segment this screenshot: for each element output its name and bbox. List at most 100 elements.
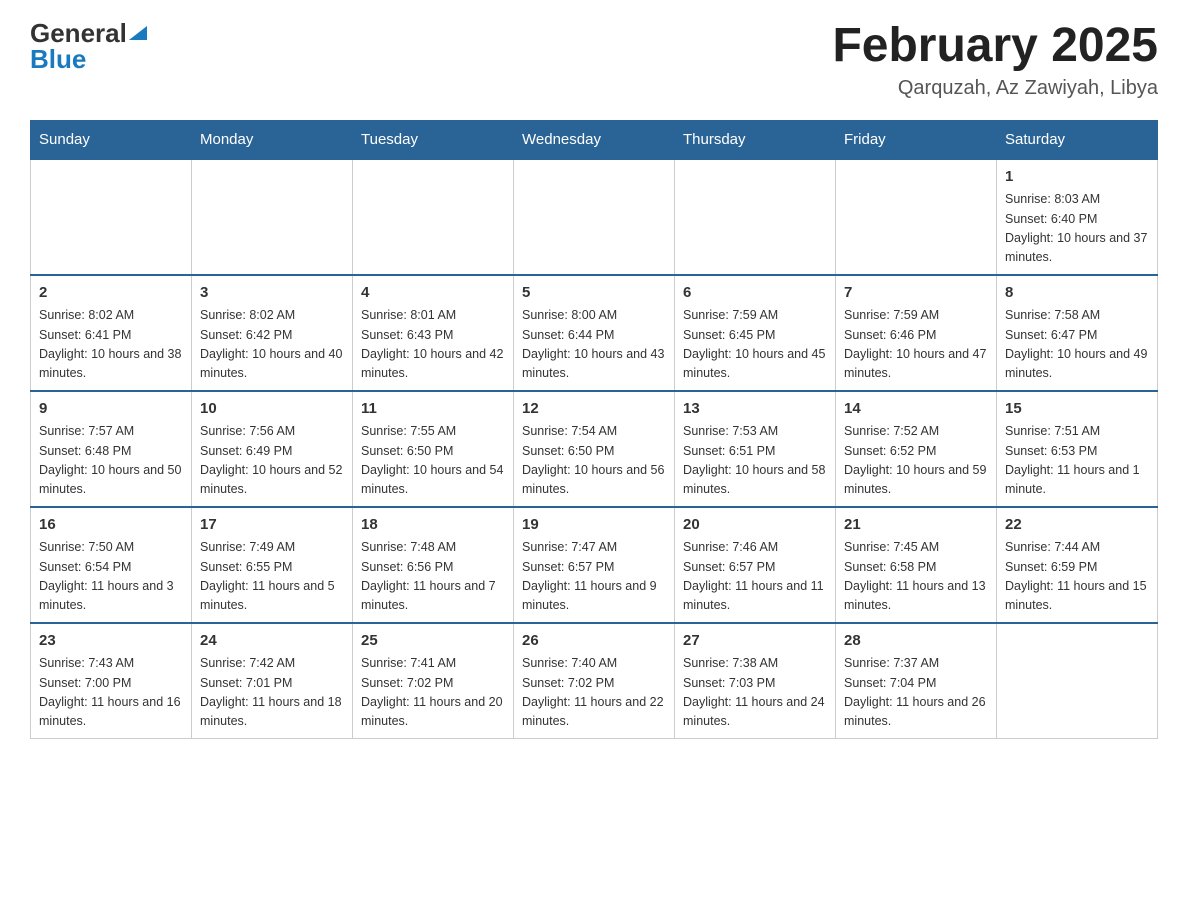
table-row (836, 159, 997, 275)
day-info: Sunrise: 7:53 AMSunset: 6:51 PMDaylight:… (683, 422, 827, 500)
logo-blue-text: Blue (30, 46, 86, 72)
week-row-3: 9Sunrise: 7:57 AMSunset: 6:48 PMDaylight… (31, 391, 1158, 507)
table-row: 7Sunrise: 7:59 AMSunset: 6:46 PMDaylight… (836, 275, 997, 391)
header-thursday: Thursday (675, 120, 836, 159)
day-info: Sunrise: 7:54 AMSunset: 6:50 PMDaylight:… (522, 422, 666, 500)
day-number: 21 (844, 514, 988, 537)
day-info: Sunrise: 7:44 AMSunset: 6:59 PMDaylight:… (1005, 538, 1149, 616)
calendar-table: Sunday Monday Tuesday Wednesday Thursday… (30, 120, 1158, 739)
day-info: Sunrise: 8:02 AMSunset: 6:42 PMDaylight:… (200, 306, 344, 384)
day-number: 25 (361, 630, 505, 653)
table-row: 14Sunrise: 7:52 AMSunset: 6:52 PMDayligh… (836, 391, 997, 507)
table-row: 16Sunrise: 7:50 AMSunset: 6:54 PMDayligh… (31, 507, 192, 623)
header-tuesday: Tuesday (353, 120, 514, 159)
logo-triangle-icon (129, 22, 147, 40)
table-row: 26Sunrise: 7:40 AMSunset: 7:02 PMDayligh… (514, 623, 675, 739)
day-info: Sunrise: 8:03 AMSunset: 6:40 PMDaylight:… (1005, 190, 1149, 268)
table-row: 9Sunrise: 7:57 AMSunset: 6:48 PMDaylight… (31, 391, 192, 507)
table-row: 18Sunrise: 7:48 AMSunset: 6:56 PMDayligh… (353, 507, 514, 623)
day-number: 22 (1005, 514, 1149, 537)
logo: General Blue (30, 20, 147, 72)
day-info: Sunrise: 7:57 AMSunset: 6:48 PMDaylight:… (39, 422, 183, 500)
day-number: 15 (1005, 398, 1149, 421)
day-number: 19 (522, 514, 666, 537)
logo-general-text: General (30, 20, 127, 46)
table-row: 22Sunrise: 7:44 AMSunset: 6:59 PMDayligh… (997, 507, 1158, 623)
day-info: Sunrise: 7:45 AMSunset: 6:58 PMDaylight:… (844, 538, 988, 616)
day-info: Sunrise: 7:59 AMSunset: 6:46 PMDaylight:… (844, 306, 988, 384)
day-info: Sunrise: 7:38 AMSunset: 7:03 PMDaylight:… (683, 654, 827, 732)
day-info: Sunrise: 7:41 AMSunset: 7:02 PMDaylight:… (361, 654, 505, 732)
day-number: 5 (522, 282, 666, 305)
day-number: 7 (844, 282, 988, 305)
table-row: 24Sunrise: 7:42 AMSunset: 7:01 PMDayligh… (192, 623, 353, 739)
day-number: 28 (844, 630, 988, 653)
day-info: Sunrise: 7:47 AMSunset: 6:57 PMDaylight:… (522, 538, 666, 616)
table-row: 12Sunrise: 7:54 AMSunset: 6:50 PMDayligh… (514, 391, 675, 507)
day-info: Sunrise: 7:48 AMSunset: 6:56 PMDaylight:… (361, 538, 505, 616)
table-row (192, 159, 353, 275)
day-info: Sunrise: 7:49 AMSunset: 6:55 PMDaylight:… (200, 538, 344, 616)
header-monday: Monday (192, 120, 353, 159)
day-number: 10 (200, 398, 344, 421)
day-info: Sunrise: 7:50 AMSunset: 6:54 PMDaylight:… (39, 538, 183, 616)
week-row-1: 1Sunrise: 8:03 AMSunset: 6:40 PMDaylight… (31, 159, 1158, 275)
table-row (675, 159, 836, 275)
table-row: 19Sunrise: 7:47 AMSunset: 6:57 PMDayligh… (514, 507, 675, 623)
day-info: Sunrise: 7:52 AMSunset: 6:52 PMDaylight:… (844, 422, 988, 500)
table-row: 23Sunrise: 7:43 AMSunset: 7:00 PMDayligh… (31, 623, 192, 739)
day-info: Sunrise: 7:55 AMSunset: 6:50 PMDaylight:… (361, 422, 505, 500)
day-info: Sunrise: 7:37 AMSunset: 7:04 PMDaylight:… (844, 654, 988, 732)
day-info: Sunrise: 7:51 AMSunset: 6:53 PMDaylight:… (1005, 422, 1149, 500)
title-area: February 2025 Qarquzah, Az Zawiyah, Liby… (832, 20, 1158, 100)
header-saturday: Saturday (997, 120, 1158, 159)
day-number: 24 (200, 630, 344, 653)
header-sunday: Sunday (31, 120, 192, 159)
day-number: 6 (683, 282, 827, 305)
day-number: 9 (39, 398, 183, 421)
table-row: 10Sunrise: 7:56 AMSunset: 6:49 PMDayligh… (192, 391, 353, 507)
day-number: 2 (39, 282, 183, 305)
week-row-2: 2Sunrise: 8:02 AMSunset: 6:41 PMDaylight… (31, 275, 1158, 391)
table-row: 3Sunrise: 8:02 AMSunset: 6:42 PMDaylight… (192, 275, 353, 391)
table-row (353, 159, 514, 275)
month-title: February 2025 (832, 20, 1158, 73)
day-number: 23 (39, 630, 183, 653)
day-number: 11 (361, 398, 505, 421)
location-title: Qarquzah, Az Zawiyah, Libya (832, 77, 1158, 100)
day-number: 12 (522, 398, 666, 421)
day-info: Sunrise: 8:02 AMSunset: 6:41 PMDaylight:… (39, 306, 183, 384)
table-row: 25Sunrise: 7:41 AMSunset: 7:02 PMDayligh… (353, 623, 514, 739)
table-row: 15Sunrise: 7:51 AMSunset: 6:53 PMDayligh… (997, 391, 1158, 507)
day-info: Sunrise: 7:58 AMSunset: 6:47 PMDaylight:… (1005, 306, 1149, 384)
day-number: 26 (522, 630, 666, 653)
day-info: Sunrise: 7:59 AMSunset: 6:45 PMDaylight:… (683, 306, 827, 384)
day-number: 17 (200, 514, 344, 537)
table-row (31, 159, 192, 275)
table-row: 6Sunrise: 7:59 AMSunset: 6:45 PMDaylight… (675, 275, 836, 391)
day-number: 4 (361, 282, 505, 305)
table-row: 4Sunrise: 8:01 AMSunset: 6:43 PMDaylight… (353, 275, 514, 391)
header-wednesday: Wednesday (514, 120, 675, 159)
day-number: 27 (683, 630, 827, 653)
day-info: Sunrise: 7:46 AMSunset: 6:57 PMDaylight:… (683, 538, 827, 616)
day-number: 3 (200, 282, 344, 305)
table-row: 20Sunrise: 7:46 AMSunset: 6:57 PMDayligh… (675, 507, 836, 623)
table-row: 2Sunrise: 8:02 AMSunset: 6:41 PMDaylight… (31, 275, 192, 391)
day-info: Sunrise: 8:00 AMSunset: 6:44 PMDaylight:… (522, 306, 666, 384)
day-number: 18 (361, 514, 505, 537)
day-info: Sunrise: 7:43 AMSunset: 7:00 PMDaylight:… (39, 654, 183, 732)
table-row: 5Sunrise: 8:00 AMSunset: 6:44 PMDaylight… (514, 275, 675, 391)
table-row: 11Sunrise: 7:55 AMSunset: 6:50 PMDayligh… (353, 391, 514, 507)
week-row-5: 23Sunrise: 7:43 AMSunset: 7:00 PMDayligh… (31, 623, 1158, 739)
table-row: 1Sunrise: 8:03 AMSunset: 6:40 PMDaylight… (997, 159, 1158, 275)
day-number: 16 (39, 514, 183, 537)
day-info: Sunrise: 8:01 AMSunset: 6:43 PMDaylight:… (361, 306, 505, 384)
table-row: 8Sunrise: 7:58 AMSunset: 6:47 PMDaylight… (997, 275, 1158, 391)
table-row: 17Sunrise: 7:49 AMSunset: 6:55 PMDayligh… (192, 507, 353, 623)
table-row: 28Sunrise: 7:37 AMSunset: 7:04 PMDayligh… (836, 623, 997, 739)
table-row (997, 623, 1158, 739)
table-row: 13Sunrise: 7:53 AMSunset: 6:51 PMDayligh… (675, 391, 836, 507)
header-friday: Friday (836, 120, 997, 159)
day-info: Sunrise: 7:42 AMSunset: 7:01 PMDaylight:… (200, 654, 344, 732)
